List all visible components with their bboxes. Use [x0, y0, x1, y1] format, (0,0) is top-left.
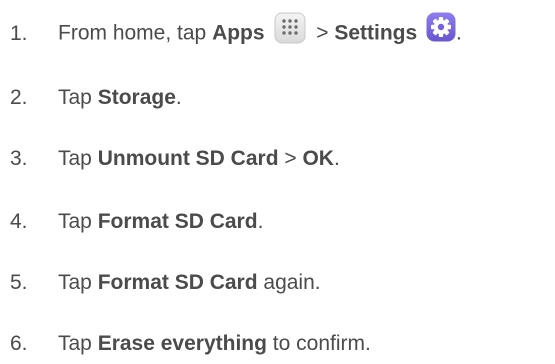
step-text: Tap Format SD Card again.: [58, 271, 321, 294]
step-number: 3.: [10, 147, 28, 170]
ok-label: OK: [302, 147, 334, 170]
settings-label: Settings: [334, 21, 418, 45]
step-4: 4. Tap Format SD Card.: [0, 202, 263, 242]
step-text: Tap Storage.: [58, 86, 182, 109]
step-6: 6. Tap Erase everything to confirm.: [0, 324, 371, 364]
step-5: 5. Tap Format SD Card again.: [0, 263, 321, 303]
step-3: 3. Tap Unmount SD Card > OK.: [0, 139, 340, 179]
step-text: Tap Unmount SD Card > OK.: [58, 147, 340, 170]
format-sd-card-label: Format SD Card: [97, 210, 258, 233]
apps-label: Apps: [212, 21, 265, 45]
erase-everything-label: Erase everything: [97, 332, 267, 355]
step-text: Tap Erase everything to confirm.: [58, 332, 371, 355]
step-number: 5.: [10, 271, 28, 294]
step-number: 6.: [10, 332, 28, 355]
apps-icon: [274, 12, 306, 44]
instruction-list: 1. From home, tap Apps > Settings . 2. T…: [0, 0, 555, 362]
step-number: 1.: [10, 22, 28, 45]
step-text: Tap Format SD Card.: [58, 210, 264, 233]
settings-icon: [426, 12, 456, 42]
step-number: 4.: [10, 210, 28, 233]
step-1: 1. From home, tap Apps > Settings .: [0, 12, 462, 54]
step-text: From home, tap Apps > Settings .: [58, 12, 462, 50]
format-sd-card-label: Format SD Card: [97, 271, 258, 294]
unmount-sd-card-label: Unmount SD Card: [97, 147, 279, 170]
step-number: 2.: [10, 86, 28, 109]
storage-label: Storage: [97, 86, 176, 109]
step-2: 2. Tap Storage.: [0, 78, 182, 118]
